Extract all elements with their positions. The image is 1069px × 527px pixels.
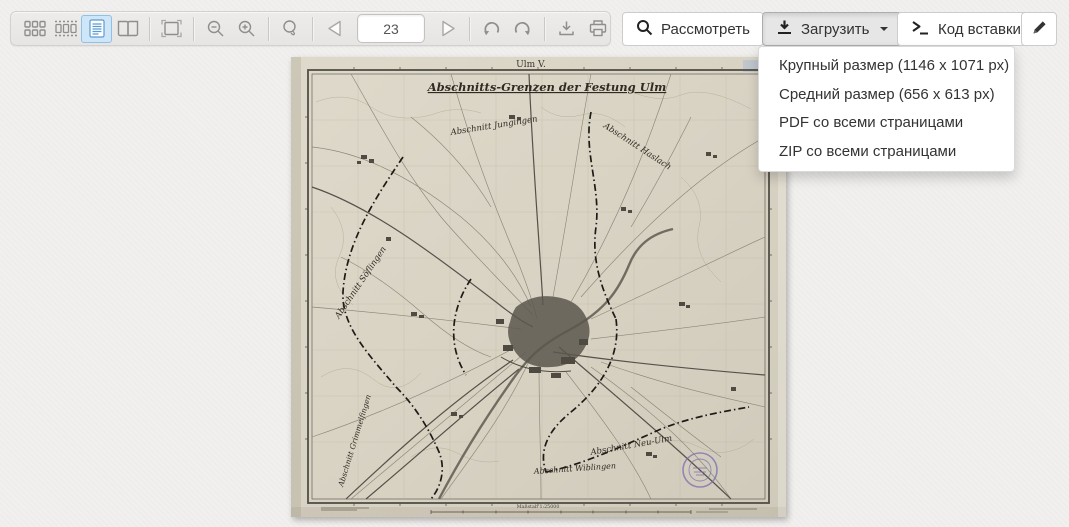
thumbnails-grid-icon — [24, 20, 46, 37]
download-menu-button[interactable]: Загрузить — [762, 12, 902, 46]
previous-page-icon — [325, 19, 345, 38]
thumbnails-grid-button[interactable] — [19, 15, 50, 43]
zoom-in-button[interactable] — [231, 15, 262, 43]
toolbar-separator — [268, 17, 269, 41]
two-page-book-icon — [116, 19, 140, 38]
view-button-label: Рассмотреть — [661, 21, 750, 38]
toolbar-separator — [193, 17, 194, 41]
download-icon — [557, 19, 576, 38]
toolbar-separator — [312, 17, 313, 41]
pencil-icon — [1031, 19, 1048, 40]
fit-screen-button[interactable] — [156, 15, 187, 43]
caret-down-icon — [880, 27, 888, 31]
rotate-left-icon — [481, 19, 502, 38]
single-page-icon — [89, 19, 105, 38]
zoom-in-icon — [237, 19, 256, 38]
next-page-icon — [438, 19, 458, 38]
map-paper — [291, 57, 786, 517]
two-page-book-button[interactable] — [112, 15, 143, 43]
print-icon — [588, 19, 608, 38]
embed-button-label: Код вставки — [938, 21, 1021, 38]
map-sheet-title: Ulm V. — [516, 60, 546, 70]
download-icon — [776, 19, 793, 40]
rotate-left-button[interactable] — [476, 15, 507, 43]
viewer-stage: Рассмотреть Загрузить Код вставки Крупны… — [0, 0, 1069, 527]
rotate-right-button[interactable] — [507, 15, 538, 43]
menu-item-large-size[interactable]: Крупный размер (1146 x 1071 px) — [759, 52, 1014, 81]
fit-screen-icon — [161, 19, 182, 38]
menu-item-pdf-all[interactable]: PDF со всеми страницами — [759, 109, 1014, 138]
map-scale-label: Maßstab 1:25000 — [517, 504, 560, 510]
magnifier-icon — [281, 19, 300, 38]
thumbnails-strip-icon — [54, 20, 78, 37]
single-page-button[interactable] — [81, 15, 112, 43]
menu-item-medium-size[interactable]: Средний размер (656 x 613 px) — [759, 81, 1014, 110]
download-menu: Крупный размер (1146 x 1071 px) Средний … — [758, 46, 1015, 172]
search-icon — [636, 19, 653, 40]
terminal-icon — [911, 19, 930, 40]
toolbar-separator — [469, 17, 470, 41]
viewer-toolbar — [10, 11, 611, 46]
view-button[interactable]: Рассмотреть — [622, 12, 764, 46]
magnifier-tool-button[interactable] — [275, 15, 306, 43]
page-canvas[interactable]: Ulm V. — [291, 57, 786, 517]
toolbar-separator — [544, 17, 545, 41]
rotate-right-icon — [512, 19, 533, 38]
zoom-out-icon — [206, 19, 225, 38]
download-page-button[interactable] — [551, 15, 582, 43]
menu-item-zip-all[interactable]: ZIP со всеми страницами — [759, 138, 1014, 167]
thumbnails-strip-button[interactable] — [50, 15, 81, 43]
map-heading: Abschnitts-Grenzen der Festung Ulm — [427, 80, 667, 94]
page-number-input[interactable] — [357, 14, 425, 43]
toolbar-separator — [149, 17, 150, 41]
next-page-button[interactable] — [432, 15, 463, 43]
zoom-out-button[interactable] — [200, 15, 231, 43]
edit-button[interactable] — [1021, 12, 1057, 46]
print-button[interactable] — [582, 15, 613, 43]
previous-page-button[interactable] — [319, 15, 350, 43]
embed-code-button[interactable]: Код вставки — [897, 12, 1035, 46]
download-button-label: Загрузить — [801, 21, 870, 38]
